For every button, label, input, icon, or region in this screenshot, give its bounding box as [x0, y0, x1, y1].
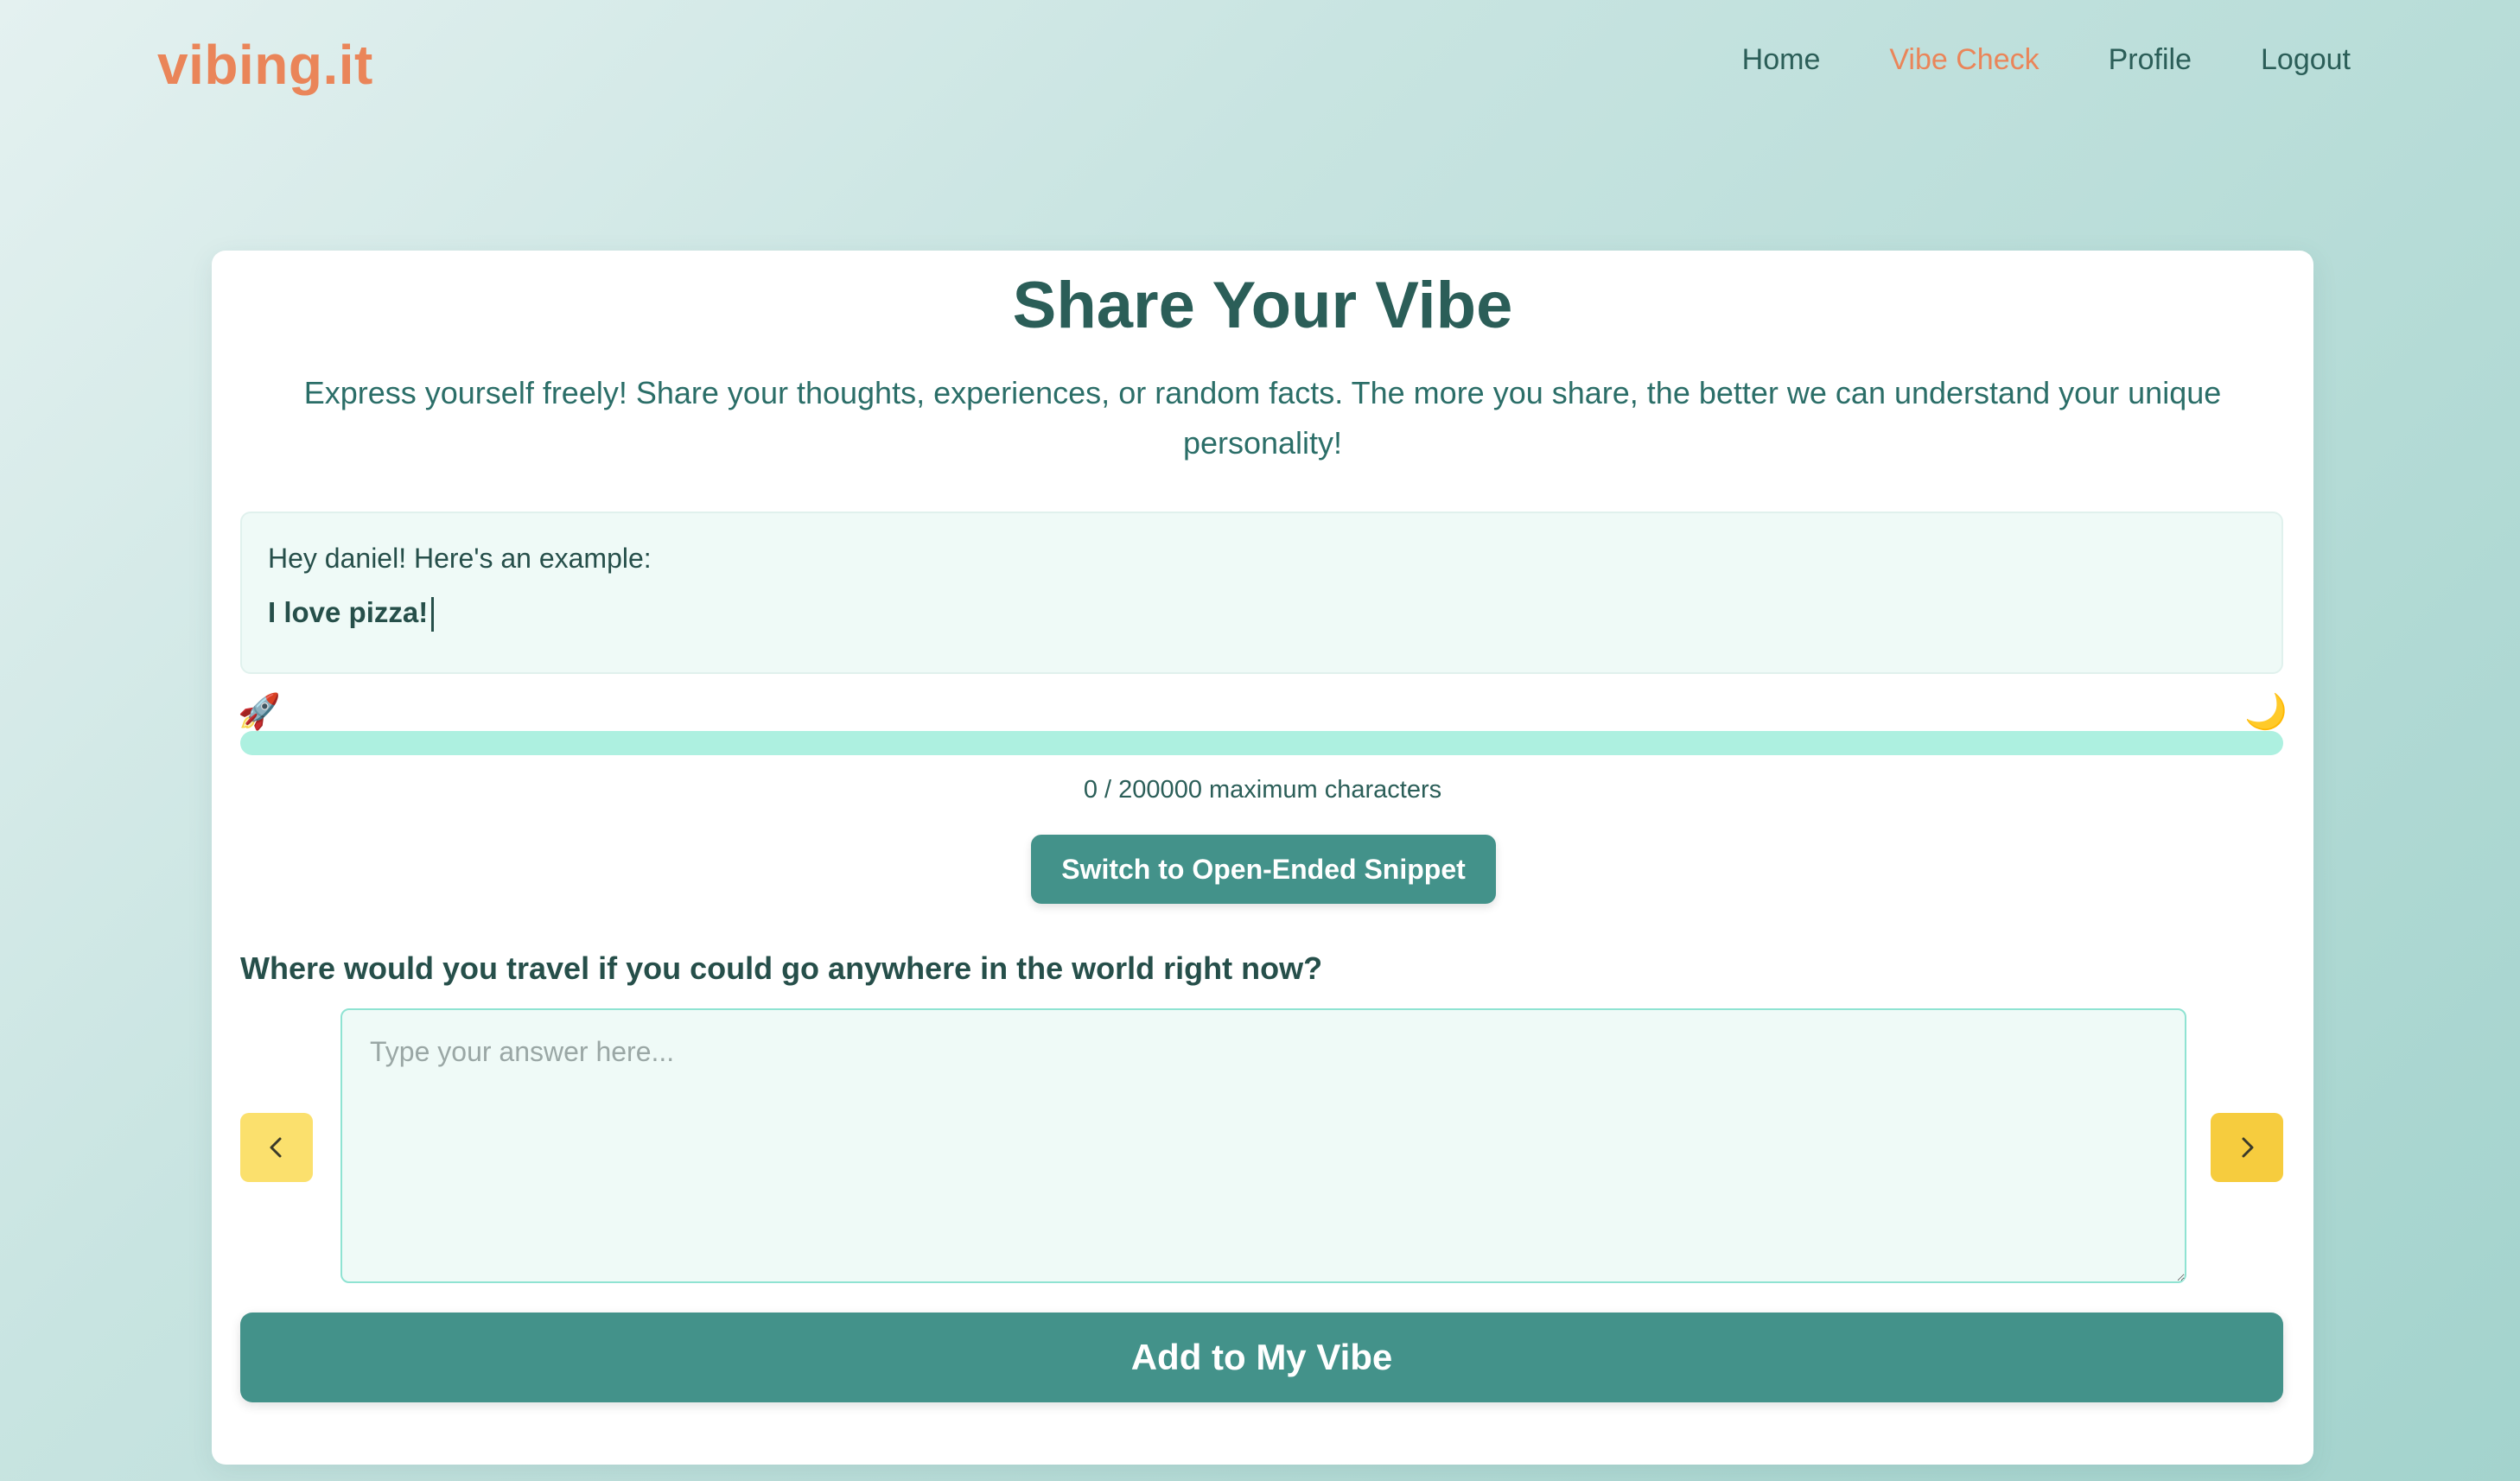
answer-input[interactable]	[340, 1008, 2186, 1283]
moon-icon: 🌙	[2244, 693, 2288, 731]
rocket-icon: 🚀	[238, 693, 281, 731]
share-vibe-card: Share Your Vibe Express yourself freely!…	[212, 251, 2313, 1465]
page-title: Share Your Vibe	[1012, 269, 1513, 342]
nav-link-home[interactable]: Home	[1742, 43, 1821, 77]
page-subtitle: Express yourself freely! Share your thou…	[303, 375, 2222, 461]
nav-link-vibe-check[interactable]: Vibe Check	[1889, 43, 2039, 77]
chevron-left-icon	[270, 1137, 282, 1158]
example-label: Hey daniel! Here's an example:	[268, 543, 652, 574]
example-text-value: I love pizza!	[268, 596, 429, 628]
switch-to-open-ended-button[interactable]: Switch to Open-Ended Snippet	[1031, 835, 1496, 904]
character-count: 0 / 200000 maximum characters	[1083, 776, 1442, 804]
character-progress-bar	[240, 731, 2283, 755]
add-to-my-vibe-button[interactable]: Add to My Vibe	[240, 1313, 2283, 1402]
example-box: Hey daniel! Here's an example: I love pi…	[240, 512, 2283, 674]
nav-links: Home Vibe Check Profile Logout	[1742, 43, 2351, 77]
next-question-button[interactable]	[2211, 1113, 2283, 1182]
example-text: I love pizza!	[268, 596, 435, 632]
nav-link-profile[interactable]: Profile	[2109, 43, 2192, 77]
nav-link-logout[interactable]: Logout	[2261, 43, 2351, 77]
question-prompt: Where would you travel if you could go a…	[240, 950, 1323, 986]
top-navbar: vibing.it Home Vibe Check Profile Logout	[0, 0, 2520, 130]
brand-logo[interactable]: vibing.it	[157, 33, 373, 97]
chevron-right-icon	[2242, 1137, 2254, 1158]
previous-question-button[interactable]	[240, 1113, 313, 1182]
text-caret	[431, 597, 435, 632]
